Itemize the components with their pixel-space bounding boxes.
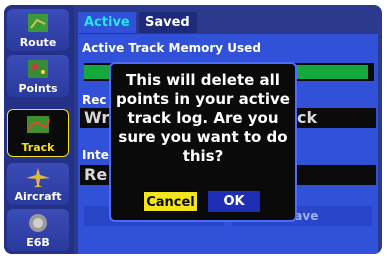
aircraft-icon — [26, 168, 50, 187]
sidebar-item-e6b[interactable]: E6B — [7, 209, 69, 251]
dialog-line: points in your active — [116, 90, 290, 108]
cancel-button[interactable]: Cancel — [143, 191, 198, 212]
sidebar-item-label: Points — [18, 82, 58, 95]
dialog-line: track log. Are you — [127, 109, 279, 127]
e6b-icon — [29, 214, 47, 232]
sidebar-item-points[interactable]: Points — [7, 55, 69, 97]
sidebar-item-aircraft[interactable]: Aircraft — [7, 163, 69, 205]
interval-value: Re — [84, 165, 108, 184]
tab-active[interactable]: Active — [78, 12, 136, 33]
dialog-line: This will delete all — [126, 71, 280, 89]
dialog-line: sure you want to do — [118, 128, 288, 146]
sidebar-item-label: Aircraft — [14, 190, 62, 203]
sidebar-item-route[interactable]: Route — [7, 9, 69, 51]
memory-label: Active Track Memory Used — [82, 41, 261, 55]
dialog-message: This will delete all points in your acti… — [111, 71, 295, 166]
dialog-line: this? — [182, 147, 224, 165]
sidebar-item-label: E6B — [26, 236, 50, 249]
sidebar-item-label: Route — [19, 36, 57, 49]
route-icon — [28, 14, 48, 32]
ok-button[interactable]: OK — [208, 191, 260, 212]
interval-label: Inte — [82, 148, 109, 162]
sidebar: Route Points Track Aircraft E6B — [4, 5, 74, 254]
record-label: Rec — [82, 93, 107, 107]
sidebar-item-track[interactable]: Track — [7, 109, 69, 157]
record-mode-value-tail: ck — [297, 108, 318, 127]
sidebar-item-label: Track — [21, 141, 55, 154]
points-icon — [28, 60, 48, 78]
track-icon — [27, 116, 50, 133]
tab-saved[interactable]: Saved — [139, 12, 197, 33]
gps-screen: Route Points Track Aircraft E6B Active S… — [4, 5, 382, 254]
confirm-dialog: This will delete all points in your acti… — [109, 62, 297, 222]
